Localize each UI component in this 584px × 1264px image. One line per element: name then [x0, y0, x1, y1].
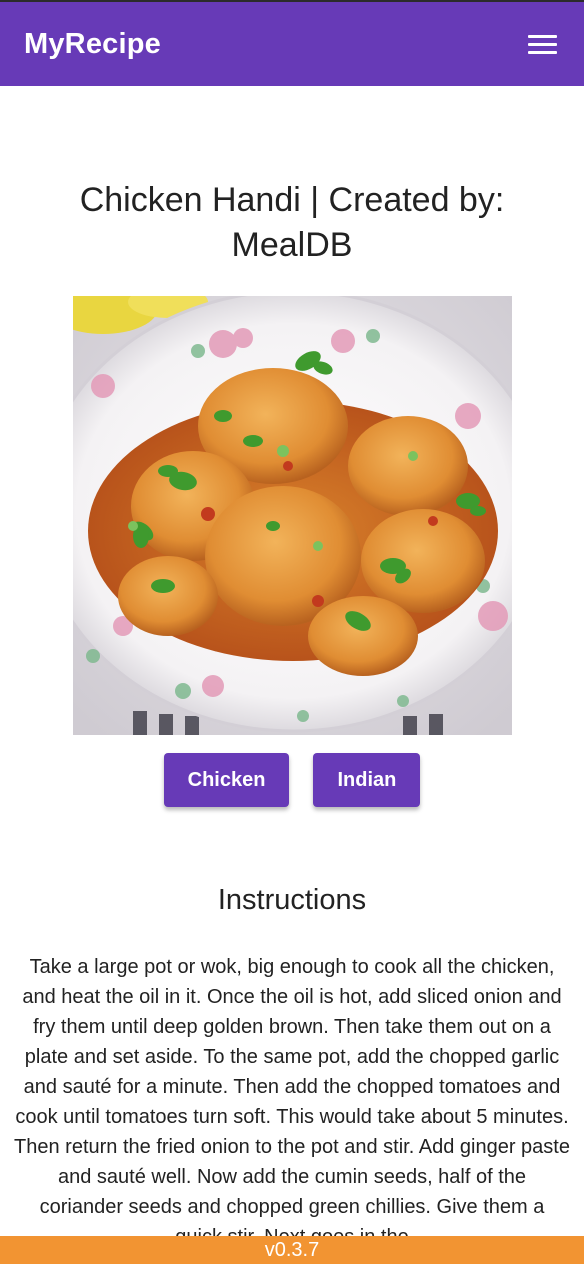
instructions-text: Take a large pot or wok, big enough to c…: [14, 956, 570, 1248]
instructions-heading: Instructions: [217, 884, 367, 916]
brand-logo[interactable]: MyRecipe: [24, 28, 161, 61]
tag-button-chicken[interactable]: Chicken: [163, 753, 290, 807]
tag-button-indian[interactable]: Indian: [313, 753, 421, 807]
menu-line: [528, 42, 557, 46]
recipe-title: Chicken Handi | Created by: MealDB: [79, 181, 505, 264]
menu-line: [528, 34, 557, 38]
hamburger-menu-icon[interactable]: [528, 28, 560, 60]
tag-buttons: Chicken Indian: [0, 753, 584, 807]
menu-line: [528, 50, 557, 54]
meal-image: [73, 296, 512, 735]
version-footer: v0.3.7: [0, 1236, 584, 1264]
app-bar: MyRecipe: [0, 0, 584, 86]
page: MyRecipe Chicken Handi | Created by: Mea…: [0, 0, 584, 1264]
